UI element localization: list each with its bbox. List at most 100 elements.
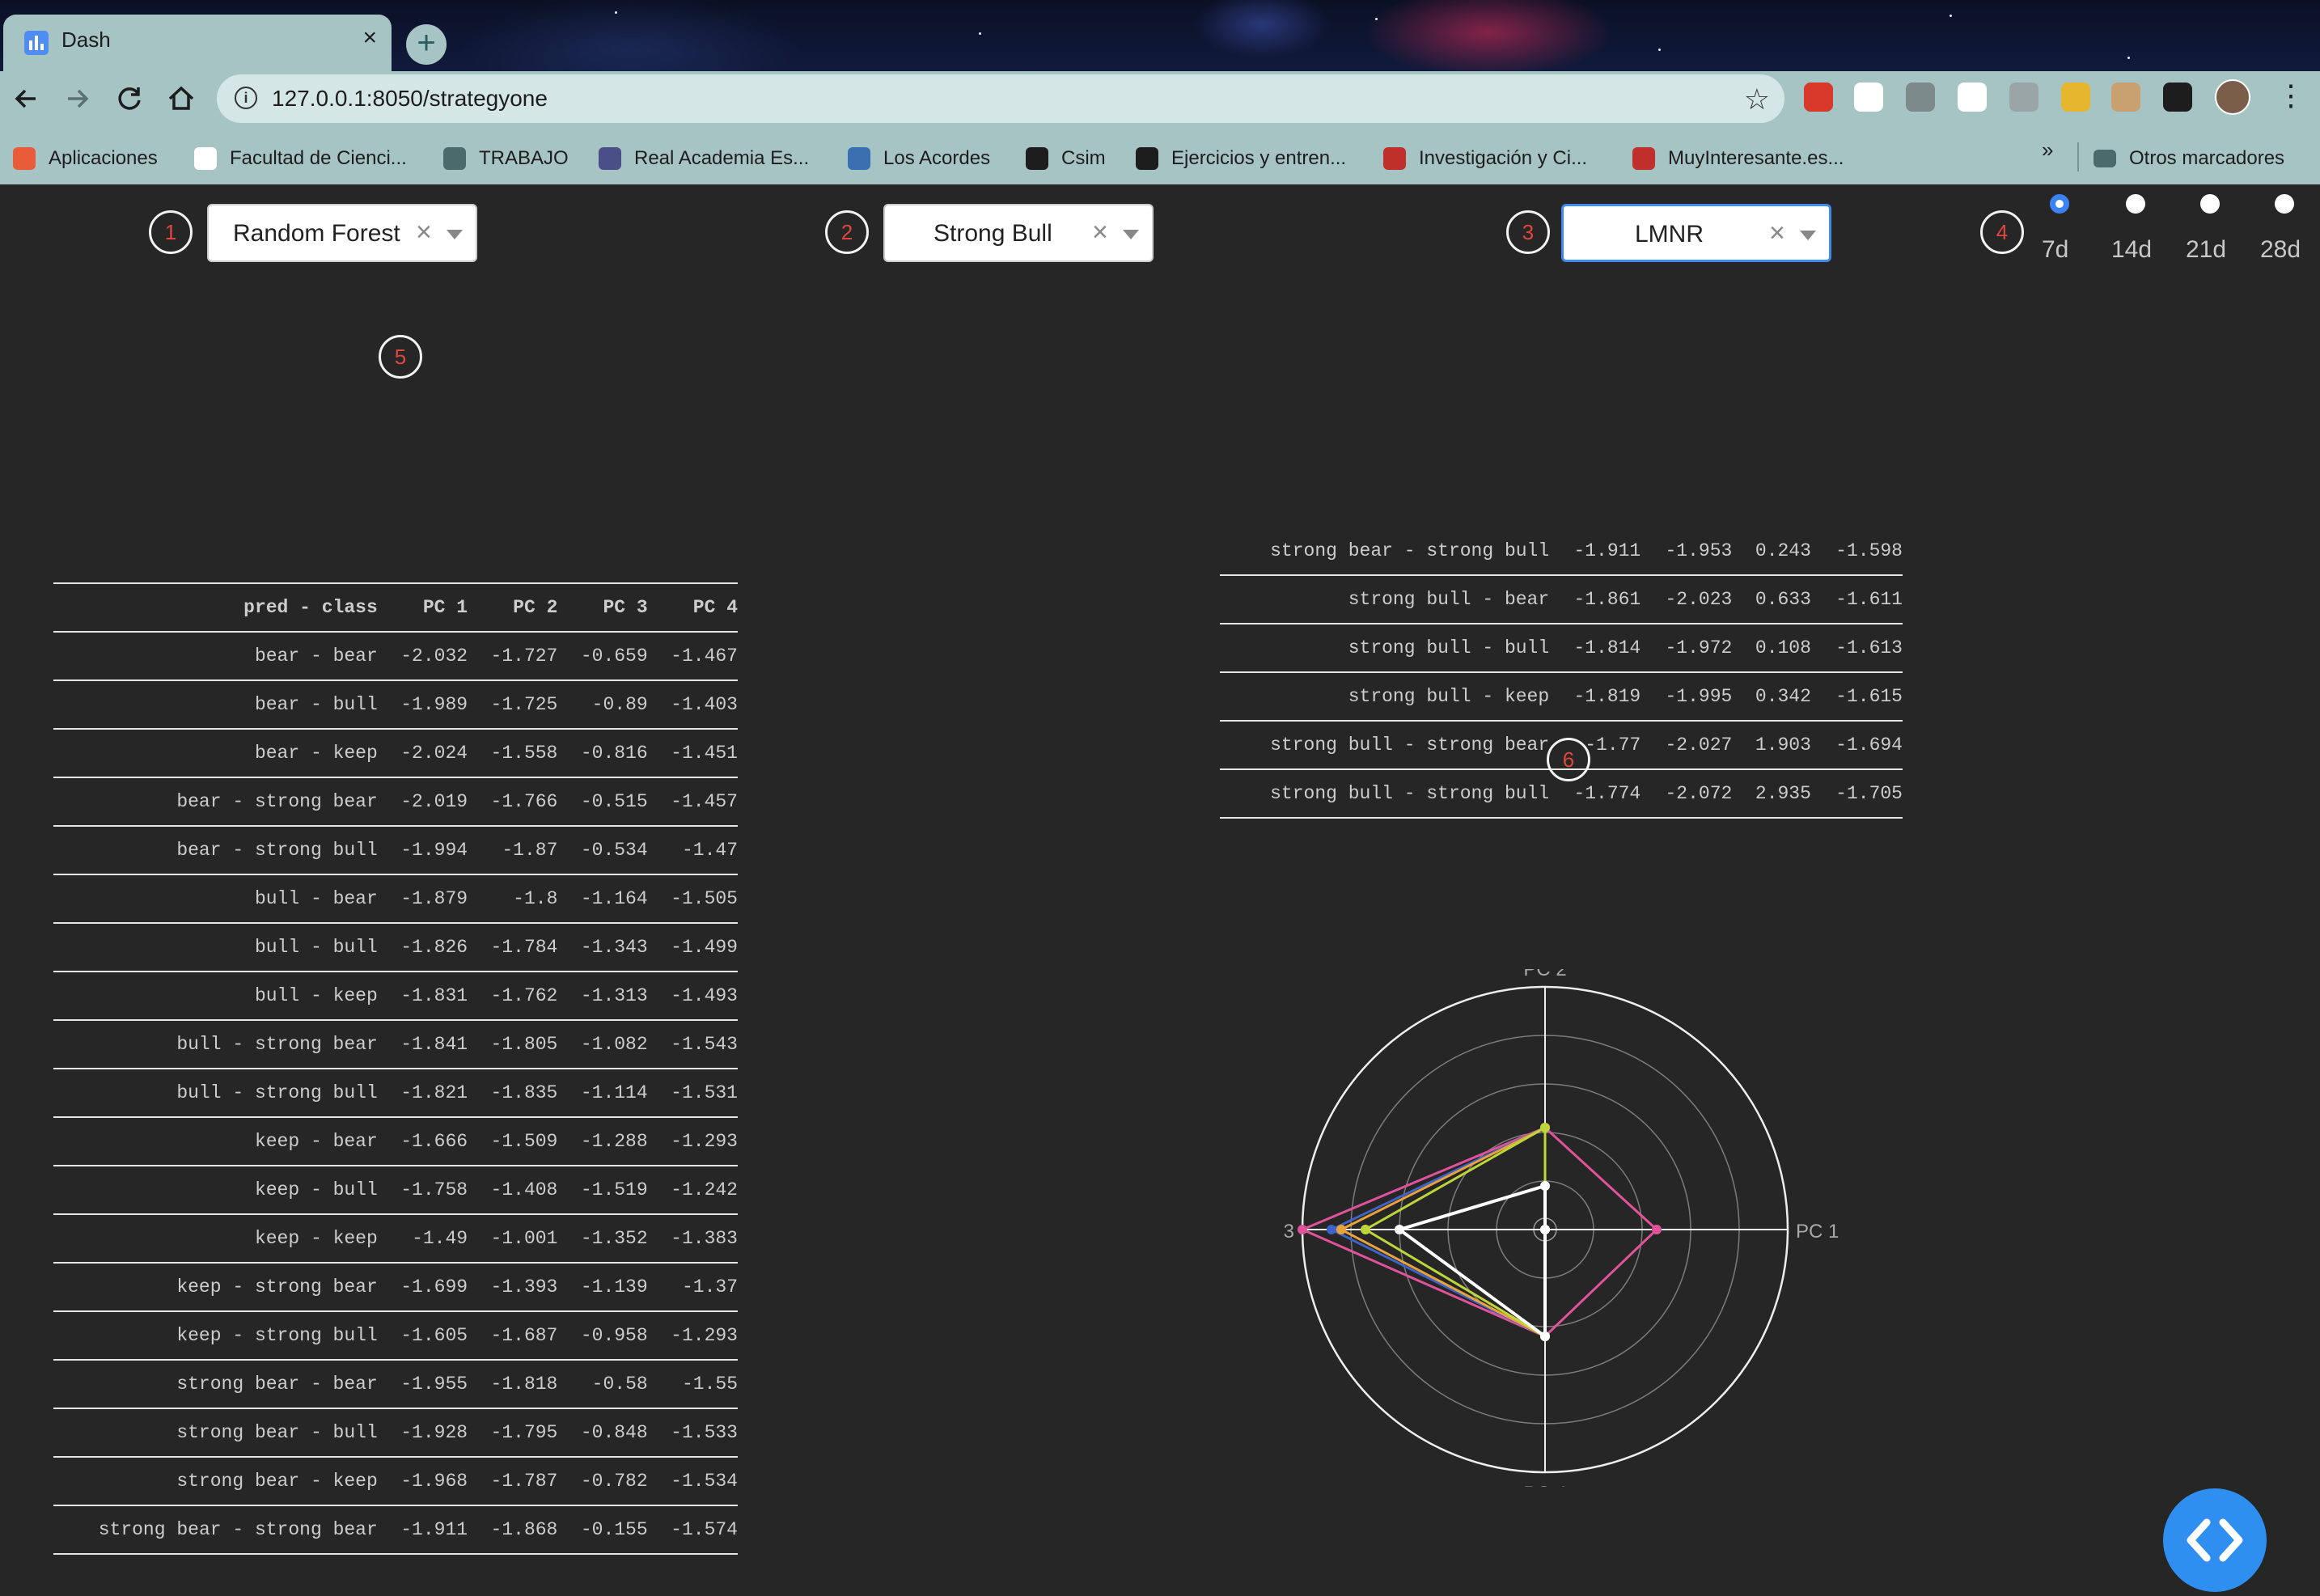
globe-icon — [1026, 147, 1048, 170]
table-cell: -1.403 — [647, 680, 738, 730]
horizon-label-28d[interactable]: 28d — [2260, 236, 2301, 264]
info-icon[interactable]: i — [235, 87, 257, 109]
table-cell: -1.989 — [377, 680, 468, 730]
radar-point — [1652, 1225, 1662, 1234]
dash-favicon-icon — [24, 31, 49, 55]
table-cell: -1.499 — [647, 923, 738, 972]
horizon-label-7d[interactable]: 7d — [2042, 236, 2068, 264]
clear-icon[interactable]: × — [1092, 217, 1108, 248]
blocked-icon[interactable] — [2111, 83, 2140, 112]
signal-dropdown-value: Strong Bull — [934, 220, 1052, 247]
column-header[interactable]: PC 1 — [377, 583, 468, 633]
horizon-label-21d[interactable]: 21d — [2186, 236, 2226, 264]
table-cell: -1.818 — [468, 1360, 558, 1409]
chevron-down-icon[interactable] — [1123, 230, 1139, 239]
mendeley-icon[interactable] — [1854, 83, 1883, 112]
table-cell: -1.37 — [647, 1263, 738, 1312]
ticker-dropdown[interactable]: LMNR × — [1561, 204, 1831, 262]
model-dropdown[interactable]: Random Forest × — [207, 204, 477, 262]
table-cell: -2.024 — [377, 729, 468, 778]
table-cell: -1.543 — [647, 1020, 738, 1069]
ucm-crest-icon — [194, 147, 217, 170]
browser-menu-icon[interactable]: ⋮ — [2276, 79, 2305, 115]
horizon-radio-7d[interactable] — [2050, 194, 2069, 214]
table-cell: -1.55 — [647, 1360, 738, 1409]
bookmark-item[interactable]: Real Academia Es... — [599, 142, 809, 175]
table-cell: -1.288 — [557, 1117, 648, 1166]
column-header[interactable]: pred - class — [53, 583, 378, 633]
bookmark-label: Los Acordes — [883, 147, 991, 169]
home-icon — [168, 86, 194, 110]
table-cell: keep - strong bear — [53, 1263, 378, 1312]
table-cell: bull - bull — [53, 923, 378, 972]
table-cell: -2.019 — [377, 777, 468, 827]
bookmark-label: Aplicaciones — [49, 147, 158, 169]
horizon-label-14d[interactable]: 14d — [2111, 236, 2152, 264]
table-cell: -1.814 — [1549, 624, 1641, 673]
back-button[interactable] — [8, 81, 44, 116]
puzzle-icon[interactable] — [2163, 83, 2192, 112]
table-cell: strong bear - keep — [53, 1457, 378, 1506]
reload-button[interactable] — [112, 81, 147, 116]
qr-code-icon[interactable] — [1958, 83, 1987, 112]
table-cell: -1.598 — [1810, 527, 1903, 576]
adblock-icon[interactable] — [1804, 83, 1833, 112]
signal-dropdown[interactable]: Strong Bull × — [883, 204, 1154, 262]
column-header[interactable]: PC 3 — [557, 583, 648, 633]
dash-debug-button[interactable] — [2163, 1488, 2267, 1592]
forward-button[interactable] — [60, 81, 95, 116]
record-icon[interactable] — [2009, 83, 2038, 112]
table-cell: -1.787 — [468, 1457, 558, 1506]
google-icon[interactable] — [1906, 83, 1935, 112]
table-cell: -0.958 — [557, 1311, 648, 1361]
table-cell: strong bull - bear — [1220, 575, 1550, 624]
table-cell: -1.531 — [647, 1069, 738, 1118]
address-bar[interactable]: i 127.0.0.1:8050/strategyone ☆ — [217, 74, 1784, 123]
table-cell: -2.072 — [1641, 769, 1733, 819]
table-cell: -0.515 — [557, 777, 648, 827]
bookmark-label: Ejercicios y entren... — [1171, 147, 1347, 169]
other-bookmarks[interactable]: Otros marcadores — [2094, 142, 2284, 175]
profile-avatar[interactable] — [2215, 79, 2250, 115]
clear-icon[interactable]: × — [1769, 218, 1785, 249]
bookmark-item[interactable]: Investigación y Ci... — [1383, 142, 1587, 175]
radar-axis-label: PC 2 — [1523, 969, 1566, 980]
bookmark-item[interactable]: TRABAJO — [443, 142, 569, 175]
table-cell: bear - bull — [53, 680, 378, 730]
bookmark-item[interactable]: Los Acordes — [848, 142, 990, 175]
browser-tab[interactable]: Dash × — [3, 15, 392, 71]
chevron-down-icon[interactable] — [447, 230, 463, 239]
column-header[interactable]: PC 4 — [647, 583, 738, 633]
bookmark-item[interactable]: Aplicaciones — [13, 142, 158, 175]
horizon-radio-28d[interactable] — [2275, 194, 2294, 214]
chevron-down-icon[interactable] — [1800, 231, 1816, 240]
bookmark-star-icon[interactable]: ☆ — [1744, 83, 1770, 116]
table-row: keep - strong bear -1.699 -1.393 -1.139 -1.3… — [53, 1263, 738, 1312]
bookmark-item[interactable]: Ejercicios y entren... — [1136, 142, 1346, 175]
horizon-radio-21d[interactable] — [2200, 194, 2220, 214]
bookmark-item[interactable]: MuyInteresante.es... — [1632, 142, 1844, 175]
bookmark-label: TRABAJO — [479, 147, 569, 169]
bookmark-item[interactable]: Facultad de Cienci... — [194, 142, 407, 175]
new-tab-button[interactable]: + — [406, 24, 447, 65]
column-header[interactable]: PC 2 — [468, 583, 558, 633]
key-icon[interactable] — [2061, 83, 2090, 112]
table-cell: -1.972 — [1641, 624, 1733, 673]
table-row: bull - bear -1.879 -1.8 -1.164 -1.505 — [53, 874, 738, 924]
bookmark-item[interactable]: Csim — [1026, 142, 1106, 175]
table-cell: -1.493 — [647, 972, 738, 1021]
clear-icon[interactable]: × — [416, 217, 432, 248]
table-header-row: pred - class PC 1 PC 2 PC 3 PC 4 — [53, 583, 738, 633]
badge-6: 6 — [1547, 738, 1590, 781]
tab-close-icon[interactable]: × — [362, 24, 377, 52]
table-cell: -1.534 — [647, 1457, 738, 1506]
bookmarks-overflow-icon[interactable]: » — [2042, 138, 2053, 163]
home-button[interactable] — [163, 81, 199, 116]
url-text[interactable]: 127.0.0.1:8050/strategyone — [272, 86, 548, 112]
table-cell: -0.848 — [557, 1408, 648, 1458]
table-cell: -1.408 — [468, 1166, 558, 1215]
table-cell: keep - bull — [53, 1166, 378, 1215]
table-cell: -0.89 — [557, 680, 648, 730]
table-cell: -1.574 — [647, 1505, 738, 1555]
horizon-radio-14d[interactable] — [2126, 194, 2145, 214]
